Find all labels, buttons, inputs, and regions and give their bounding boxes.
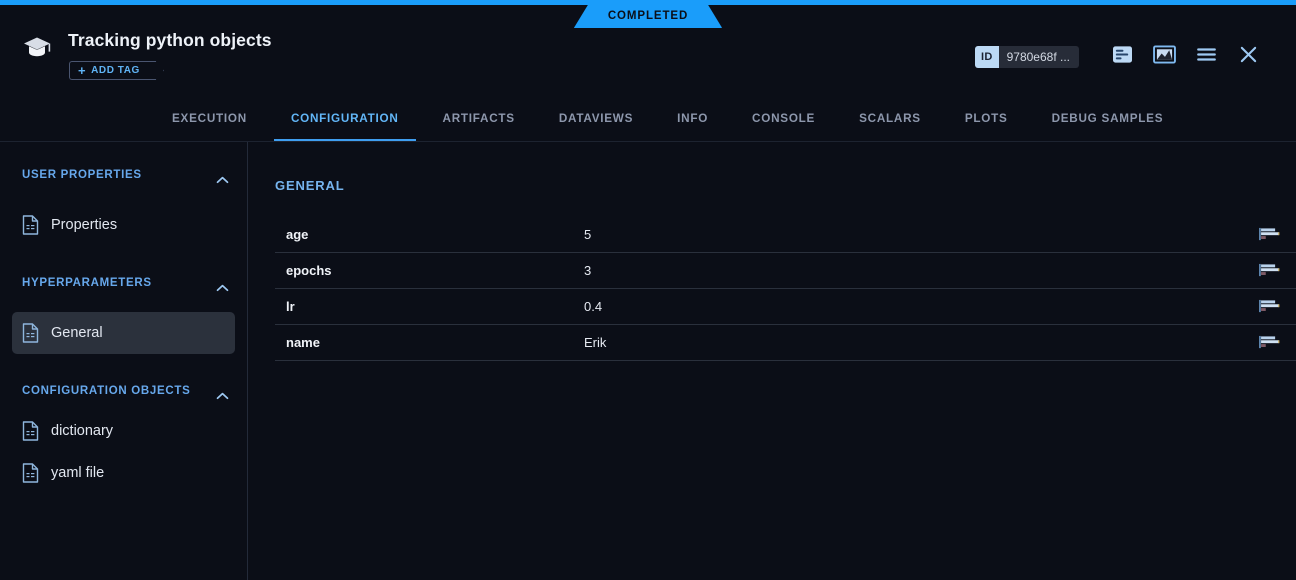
document-icon	[22, 215, 39, 235]
close-button[interactable]	[1227, 42, 1269, 72]
hyperparameters-table: age 5 epochs 3	[275, 217, 1296, 361]
parameter-key: name	[286, 335, 584, 350]
sidebar-section-configuration-objects[interactable]: CONFIGURATION OBJECTS	[0, 380, 247, 402]
id-chip-label: ID	[975, 46, 999, 68]
experiment-details-window: COMPLETED Tracking python objects + ADD …	[0, 0, 1296, 580]
table-row: age 5	[275, 217, 1296, 253]
sidebar-item-properties[interactable]: Properties	[12, 204, 235, 246]
menu-button[interactable]	[1185, 42, 1227, 72]
sidebar-item-label: General	[51, 326, 103, 341]
chevron-up-icon	[216, 387, 229, 395]
toggle-plots-panel-button[interactable]	[1143, 42, 1185, 72]
document-icon	[22, 463, 39, 483]
parameter-key: lr	[286, 299, 584, 314]
graduation-cap-icon	[20, 30, 54, 64]
toggle-details-panel-button[interactable]	[1101, 42, 1143, 72]
table-row: epochs 3	[275, 253, 1296, 289]
sidebar-section-title: USER PROPERTIES	[22, 169, 142, 181]
bar-chart-icon[interactable]	[1258, 263, 1296, 278]
document-icon	[22, 323, 39, 343]
details-panel-icon	[1112, 45, 1133, 69]
sidebar-item-label: yaml file	[51, 466, 104, 481]
bar-chart-icon[interactable]	[1258, 227, 1296, 242]
tab-plots[interactable]: PLOTS	[943, 97, 1030, 141]
close-icon	[1239, 45, 1258, 69]
chevron-up-icon	[216, 171, 229, 179]
tab-dataviews[interactable]: DATAVIEWS	[537, 97, 655, 141]
title-text-wrap: Tracking python objects + ADD TAG	[68, 29, 272, 80]
add-tag-button[interactable]: + ADD TAG	[69, 61, 156, 80]
sidebar-section-title: CONFIGURATION OBJECTS	[22, 385, 190, 397]
add-tag-label: ADD TAG	[91, 65, 140, 76]
sidebar-item-yaml-file[interactable]: yaml file	[12, 452, 235, 494]
section-title-general: GENERAL	[275, 178, 1272, 193]
page-title: Tracking python objects	[68, 29, 272, 51]
title-block: Tracking python objects + ADD TAG	[20, 29, 272, 80]
parameter-value: 5	[584, 227, 1258, 242]
table-row: name Erik	[275, 325, 1296, 361]
sidebar-item-dictionary[interactable]: dictionary	[12, 410, 235, 452]
table-row: lr 0.4	[275, 289, 1296, 325]
document-icon	[22, 421, 39, 441]
parameter-key: epochs	[286, 263, 584, 278]
hamburger-menu-icon	[1196, 47, 1217, 67]
tab-bar: EXECUTION CONFIGURATION ARTIFACTS DATAVI…	[0, 97, 1296, 142]
tab-debug-samples[interactable]: DEBUG SAMPLES	[1030, 97, 1186, 141]
tab-scalars[interactable]: SCALARS	[837, 97, 943, 141]
parameter-key: age	[286, 227, 584, 242]
configuration-sidebar: USER PROPERTIES Properties HYPERPAR	[0, 142, 248, 580]
sidebar-section-title: HYPERPARAMETERS	[22, 277, 152, 289]
header-actions: ID 9780e68f ...	[975, 42, 1269, 72]
experiment-id-chip[interactable]: ID 9780e68f ...	[975, 46, 1079, 68]
parameter-value: Erik	[584, 335, 1258, 350]
sidebar-section-hyperparameters[interactable]: HYPERPARAMETERS	[0, 272, 247, 294]
add-tag-plus-icon: +	[78, 64, 86, 77]
configuration-content: GENERAL age 5 epochs 3	[249, 142, 1296, 580]
tab-execution[interactable]: EXECUTION	[150, 97, 269, 141]
tab-console[interactable]: CONSOLE	[730, 97, 837, 141]
chevron-up-icon	[216, 279, 229, 287]
bar-chart-icon[interactable]	[1258, 335, 1296, 350]
tab-info[interactable]: INFO	[655, 97, 730, 141]
sidebar-item-general[interactable]: General	[12, 312, 235, 354]
sidebar-item-label: dictionary	[51, 424, 113, 439]
plots-image-icon	[1153, 45, 1176, 69]
parameter-value: 3	[584, 263, 1258, 278]
sidebar-section-user-properties[interactable]: USER PROPERTIES	[0, 164, 247, 186]
parameter-value: 0.4	[584, 299, 1258, 314]
header: Tracking python objects + ADD TAG ID 978…	[0, 5, 1296, 97]
sidebar-item-label: Properties	[51, 218, 117, 233]
bar-chart-icon[interactable]	[1258, 299, 1296, 314]
tab-artifacts[interactable]: ARTIFACTS	[421, 97, 537, 141]
tab-configuration[interactable]: CONFIGURATION	[269, 97, 421, 141]
id-chip-value: 9780e68f ...	[999, 46, 1079, 68]
